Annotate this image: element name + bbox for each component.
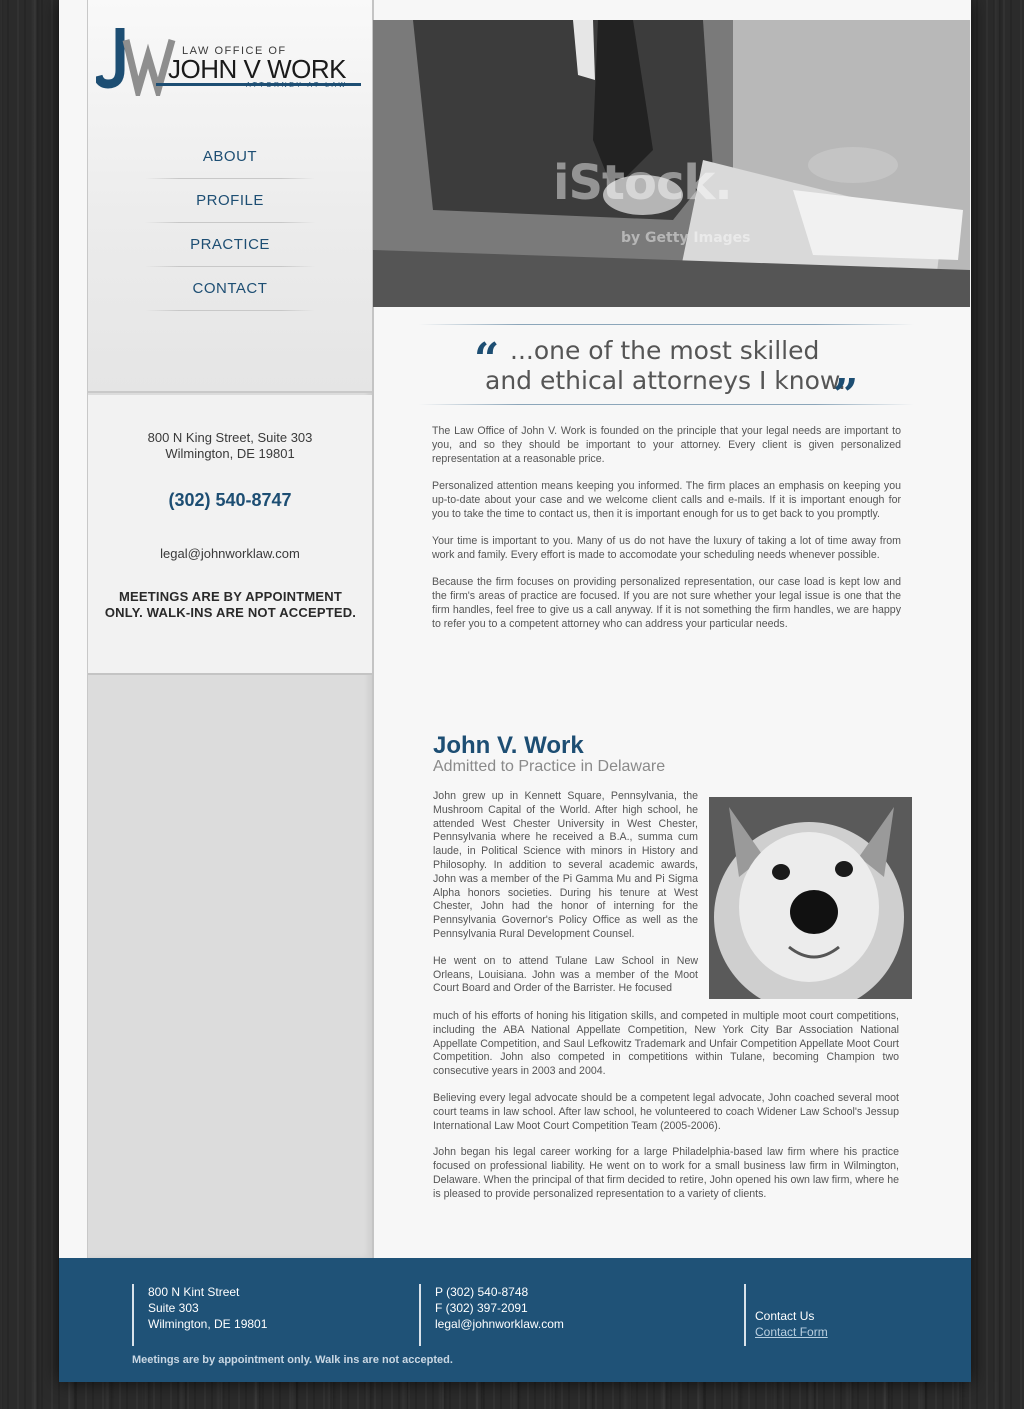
sidebar: LAW OFFICE OF JOHN V WORK ATTORNEY AT LA… xyxy=(87,0,374,1258)
quote-rule-top xyxy=(419,324,914,325)
main-nav: ABOUT PROFILE PRACTICE CONTACT xyxy=(145,135,315,311)
sidebar-notice-line2: ONLY. WALK-INS ARE NOT ACCEPTED. xyxy=(104,605,357,620)
footer-contact-details: P (302) 540-8748 F (302) 397-2091 legal@… xyxy=(419,1284,564,1346)
intro-paragraph: The Law Office of John V. Work is founde… xyxy=(432,425,901,465)
page-container: LAW OFFICE OF JOHN V WORK ATTORNEY AT LA… xyxy=(59,0,971,1382)
logo-tagline: ATTORNEY AT LAW xyxy=(246,82,348,89)
nav-item-profile[interactable]: PROFILE xyxy=(145,179,315,223)
profile-photo xyxy=(709,797,912,999)
sidebar-header: LAW OFFICE OF JOHN V WORK ATTORNEY AT LA… xyxy=(88,0,372,393)
footer-fax: F (302) 397-2091 xyxy=(435,1301,528,1315)
footer-contact-us: Contact Us Contact Form xyxy=(744,1284,828,1346)
sidebar-email[interactable]: legal@johnworklaw.com xyxy=(88,546,372,561)
footer-contact-label: Contact Us xyxy=(755,1309,815,1323)
watermark-subtext: by Getty Images xyxy=(621,230,751,246)
footer-email[interactable]: legal@johnworklaw.com xyxy=(435,1316,564,1332)
footer-address-line1: 800 N Kint Street xyxy=(148,1285,240,1299)
quote-rule-bottom xyxy=(419,404,914,405)
sidebar-notice-line1: MEETINGS ARE BY APPOINTMENT xyxy=(118,589,343,604)
firm-name: JOHN V WORK xyxy=(168,54,346,84)
logo[interactable]: LAW OFFICE OF JOHN V WORK ATTORNEY AT LA… xyxy=(96,26,366,96)
intro-paragraph: Personalized attention means keeping you… xyxy=(432,480,901,520)
bio-subtitle: Admitted to Practice in Delaware xyxy=(433,758,666,775)
dog-photo-icon xyxy=(709,797,912,999)
nav-item-about[interactable]: ABOUT xyxy=(145,135,315,179)
footer-notice: Meetings are by appointment only. Walk i… xyxy=(132,1354,453,1366)
bio-paragraph: John began his legal career working for … xyxy=(433,1146,899,1200)
nav-item-contact[interactable]: CONTACT xyxy=(145,267,315,311)
bio-paragraph: John grew up in Kennett Square, Pennsylv… xyxy=(433,790,698,940)
quote-line1: ...one of the most skilled xyxy=(510,336,820,365)
sidebar-address-line1: 800 N King Street, Suite 303 xyxy=(147,430,313,445)
footer-address: 800 N Kint Street Suite 303 Wilmington, … xyxy=(132,1284,267,1346)
footer-address-line3: Wilmington, DE 19801 xyxy=(148,1317,268,1331)
quote-close-mark: ” xyxy=(833,370,859,421)
bio-name: John V. Work xyxy=(433,732,584,759)
bio-paragraph: Believing every legal advocate should be… xyxy=(433,1091,899,1132)
sidebar-contact-info: 800 N King Street, Suite 303 Wilmington,… xyxy=(88,395,372,675)
quote-line2: and ethical attorneys I know. xyxy=(485,366,846,395)
watermark-text: iStock. xyxy=(553,155,733,211)
hero-image: iStock. by Getty Images xyxy=(373,20,970,307)
intro-text: The Law Office of John V. Work is founde… xyxy=(432,424,901,644)
footer-phone[interactable]: P (302) 540-8748 xyxy=(435,1284,564,1300)
footer: 800 N Kint Street Suite 303 Wilmington, … xyxy=(59,1258,971,1382)
footer-address-line2: Suite 303 xyxy=(148,1301,199,1315)
bio-paragraph: much of his efforts of honing his litiga… xyxy=(433,1010,899,1078)
intro-paragraph: Your time is important to you. Many of u… xyxy=(432,535,901,561)
sidebar-address-line2: Wilmington, DE 19801 xyxy=(165,446,295,461)
contact-form-link[interactable]: Contact Form xyxy=(755,1325,828,1339)
nav-item-practice[interactable]: PRACTICE xyxy=(145,223,315,267)
bio-text-column: John grew up in Kennett Square, Pennsylv… xyxy=(433,790,698,996)
bio-paragraph: He went on to attend Tulane Law School i… xyxy=(433,954,698,995)
bio-text-wide: much of his efforts of honing his litiga… xyxy=(433,1010,899,1215)
sidebar-phone[interactable]: (302) 540-8747 xyxy=(88,490,372,511)
intro-paragraph: Because the firm focuses on providing pe… xyxy=(432,576,901,630)
